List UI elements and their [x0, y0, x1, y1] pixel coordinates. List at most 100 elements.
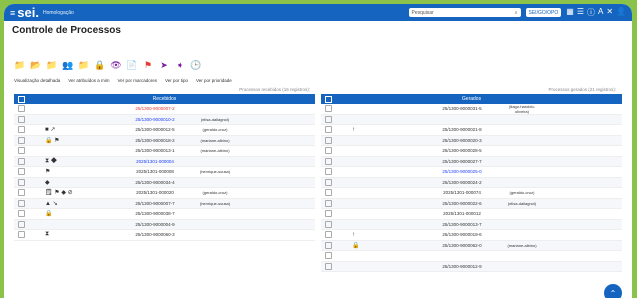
table-row[interactable]: 25/1300-9000031-5 (tiago-haroldo-oliveir… — [321, 104, 622, 115]
assigned-user[interactable]: (geraldo-cruz) — [195, 127, 235, 132]
table-row[interactable]: 25/1300-9000028-5 — [321, 146, 622, 157]
process-number[interactable]: 25/1300-9000038-7 — [115, 211, 195, 216]
view-type[interactable]: Ver por tipo — [165, 78, 188, 83]
process-number[interactable]: 25/1300-9000022-6 — [422, 201, 502, 206]
assigned-user[interactable]: (tiago-haroldo-oliveira) — [502, 104, 542, 114]
table-row[interactable] — [321, 114, 622, 125]
table-row[interactable]: ↑ 25/1300-9000021-8 — [321, 125, 622, 136]
row-checkbox[interactable] — [325, 157, 332, 165]
table-row[interactable]: 25/1300-9000020-3 — [321, 135, 622, 146]
table-row[interactable]: ⧗ ◆ 2025/1301-000004 — [14, 156, 315, 167]
view-detailed[interactable]: Visualização detalhada — [14, 78, 60, 83]
process-number[interactable]: 25/1300-9000025-0 — [422, 169, 502, 174]
scroll-top-button[interactable]: ⌃ — [604, 284, 622, 298]
table-row[interactable]: 2025/1301-000074 (geraldo-cruz) — [321, 188, 622, 199]
row-checkbox[interactable] — [325, 168, 332, 176]
sei-logo[interactable]: ≡ sei. — [10, 5, 39, 20]
row-icons[interactable]: ↑ — [332, 127, 422, 133]
process-number[interactable]: 25/1300-9000062-0 — [422, 243, 502, 248]
row-icons[interactable]: ⚑ — [25, 168, 115, 175]
table-row[interactable]: 25/1300-9000012-9 — [321, 261, 622, 272]
process-number[interactable]: 25/1300-9000019-6 — [422, 232, 502, 237]
row-checkbox[interactable] — [18, 220, 25, 228]
folder-filter-icon[interactable]: 📂 — [30, 59, 42, 71]
row-checkbox[interactable] — [18, 136, 25, 144]
table-row[interactable] — [321, 251, 622, 262]
table-row[interactable]: 🔒 25/1300-9000038-7 — [14, 209, 315, 220]
assigned-user[interactable]: (geraldo-cruz) — [195, 190, 235, 195]
row-checkbox[interactable] — [325, 252, 332, 260]
table-row[interactable]: ◆ 25/1300-9000034-4 — [14, 177, 315, 188]
row-icons[interactable]: ▲ ↘ — [25, 200, 115, 207]
table-row[interactable]: ⚑ 2025/1301-000008 (henrique-sousa) — [14, 167, 315, 178]
font-size-icon[interactable]: A — [598, 7, 603, 18]
row-checkbox[interactable] — [325, 199, 332, 207]
table-row[interactable]: 25/1300-9000007-2 — [14, 104, 315, 115]
assigned-user[interactable]: (mariane-albino) — [195, 148, 235, 153]
row-checkbox[interactable] — [325, 231, 332, 239]
row-checkbox[interactable] — [18, 126, 25, 134]
row-icons[interactable]: 🔒 — [332, 242, 422, 249]
table-row[interactable]: 25/1300-9000022-6 (elisa-dallagnol) — [321, 198, 622, 209]
view-assigned[interactable]: Ver atribuídos a mim — [68, 78, 109, 83]
process-number[interactable]: 25/1300-9000004-9 — [115, 222, 195, 227]
process-number[interactable]: 2025/1301-000008 — [115, 169, 195, 174]
info-icon[interactable]: ⓘ — [587, 7, 595, 18]
process-number[interactable]: 25/1300-9000013-7 — [422, 222, 502, 227]
assigned-user[interactable]: (henrique-sousa) — [195, 169, 235, 174]
row-checkbox[interactable] — [18, 178, 25, 186]
assigned-user[interactable]: (henrique-sousa) — [195, 201, 235, 206]
table-row[interactable]: 🔒 25/1300-9000062-0 (mariane-albino) — [321, 240, 622, 251]
table-row[interactable]: ⧗ 25/1300-9000060-3 — [14, 230, 315, 241]
close-icon[interactable]: ✕ — [606, 7, 613, 18]
row-checkbox[interactable] — [325, 105, 332, 113]
row-checkbox[interactable] — [325, 147, 332, 155]
process-number[interactable]: 25/1300-9000012-9 — [422, 264, 502, 269]
clock-icon[interactable]: 🕒 — [190, 59, 202, 71]
row-icons[interactable]: ⧗ ◆ — [25, 158, 115, 165]
process-number[interactable]: 2025/1301-000074 — [422, 190, 502, 195]
flag-icon[interactable]: ⚑ — [142, 59, 154, 71]
table-row[interactable]: 🗒 ⚑ ◆ ⊘ 2025/1301-000020 (geraldo-cruz) — [14, 188, 315, 199]
row-checkbox[interactable] — [325, 220, 332, 228]
process-number[interactable]: 25/1300-9000007-2 — [115, 106, 195, 111]
row-checkbox[interactable] — [18, 168, 25, 176]
send-icon[interactable]: ➧ — [174, 59, 186, 71]
menu-icon[interactable]: ≡ — [10, 8, 15, 18]
table-row[interactable]: 25/1300-9000013-1 (mariane-albino) — [14, 146, 315, 157]
eye-icon[interactable]: 👁 — [110, 59, 122, 71]
process-number[interactable]: 25/1300-9000060-3 — [115, 232, 195, 237]
process-number[interactable]: 25/1300-9000028-5 — [422, 148, 502, 153]
process-number[interactable]: 25/1300-9000021-8 — [422, 127, 502, 132]
row-checkbox[interactable] — [325, 262, 332, 270]
grid-icon[interactable]: ▦ — [566, 7, 574, 18]
row-checkbox[interactable] — [325, 178, 332, 186]
assigned-user[interactable]: (mariane-albino) — [195, 138, 235, 143]
process-number[interactable]: 25/1300-9000027-7 — [422, 159, 502, 164]
process-number[interactable]: 25/1300-9000020-3 — [422, 138, 502, 143]
row-checkbox[interactable] — [18, 147, 25, 155]
menu-icon[interactable]: ☰ — [577, 7, 584, 18]
row-checkbox[interactable] — [18, 199, 25, 207]
view-priority[interactable]: Ver por prioridade — [196, 78, 232, 83]
table-row[interactable]: ↑ 25/1300-9000019-6 — [321, 230, 622, 241]
table-row[interactable]: 25/1300-9000010-2 (elisa-dallagnol) — [14, 114, 315, 125]
search-input[interactable]: Pesquisar ⌕ — [408, 8, 521, 17]
row-checkbox[interactable] — [325, 126, 332, 134]
row-checkbox[interactable] — [325, 115, 332, 123]
assigned-user[interactable]: (elisa-dallagnol) — [502, 201, 542, 206]
process-number[interactable]: 25/1300-9000031-5 — [422, 106, 502, 111]
table-row[interactable]: 25/1300-9000024-2 — [321, 177, 622, 188]
assigned-user[interactable]: (elisa-dallagnol) — [195, 117, 235, 122]
row-icons[interactable]: ■ ↗ — [25, 126, 115, 133]
row-checkbox[interactable] — [18, 210, 25, 218]
row-checkbox[interactable] — [18, 231, 25, 239]
process-number[interactable]: 25/1300-9000010-2 — [115, 117, 195, 122]
process-number[interactable]: 2025/1301-000004 — [115, 159, 195, 164]
row-icons[interactable]: ↑ — [332, 232, 422, 238]
document-icon[interactable]: 📄 — [126, 59, 138, 71]
forward-icon[interactable]: ➤ — [158, 59, 170, 71]
row-checkbox[interactable] — [325, 189, 332, 197]
row-checkbox[interactable] — [18, 157, 25, 165]
row-checkbox[interactable] — [325, 241, 332, 249]
